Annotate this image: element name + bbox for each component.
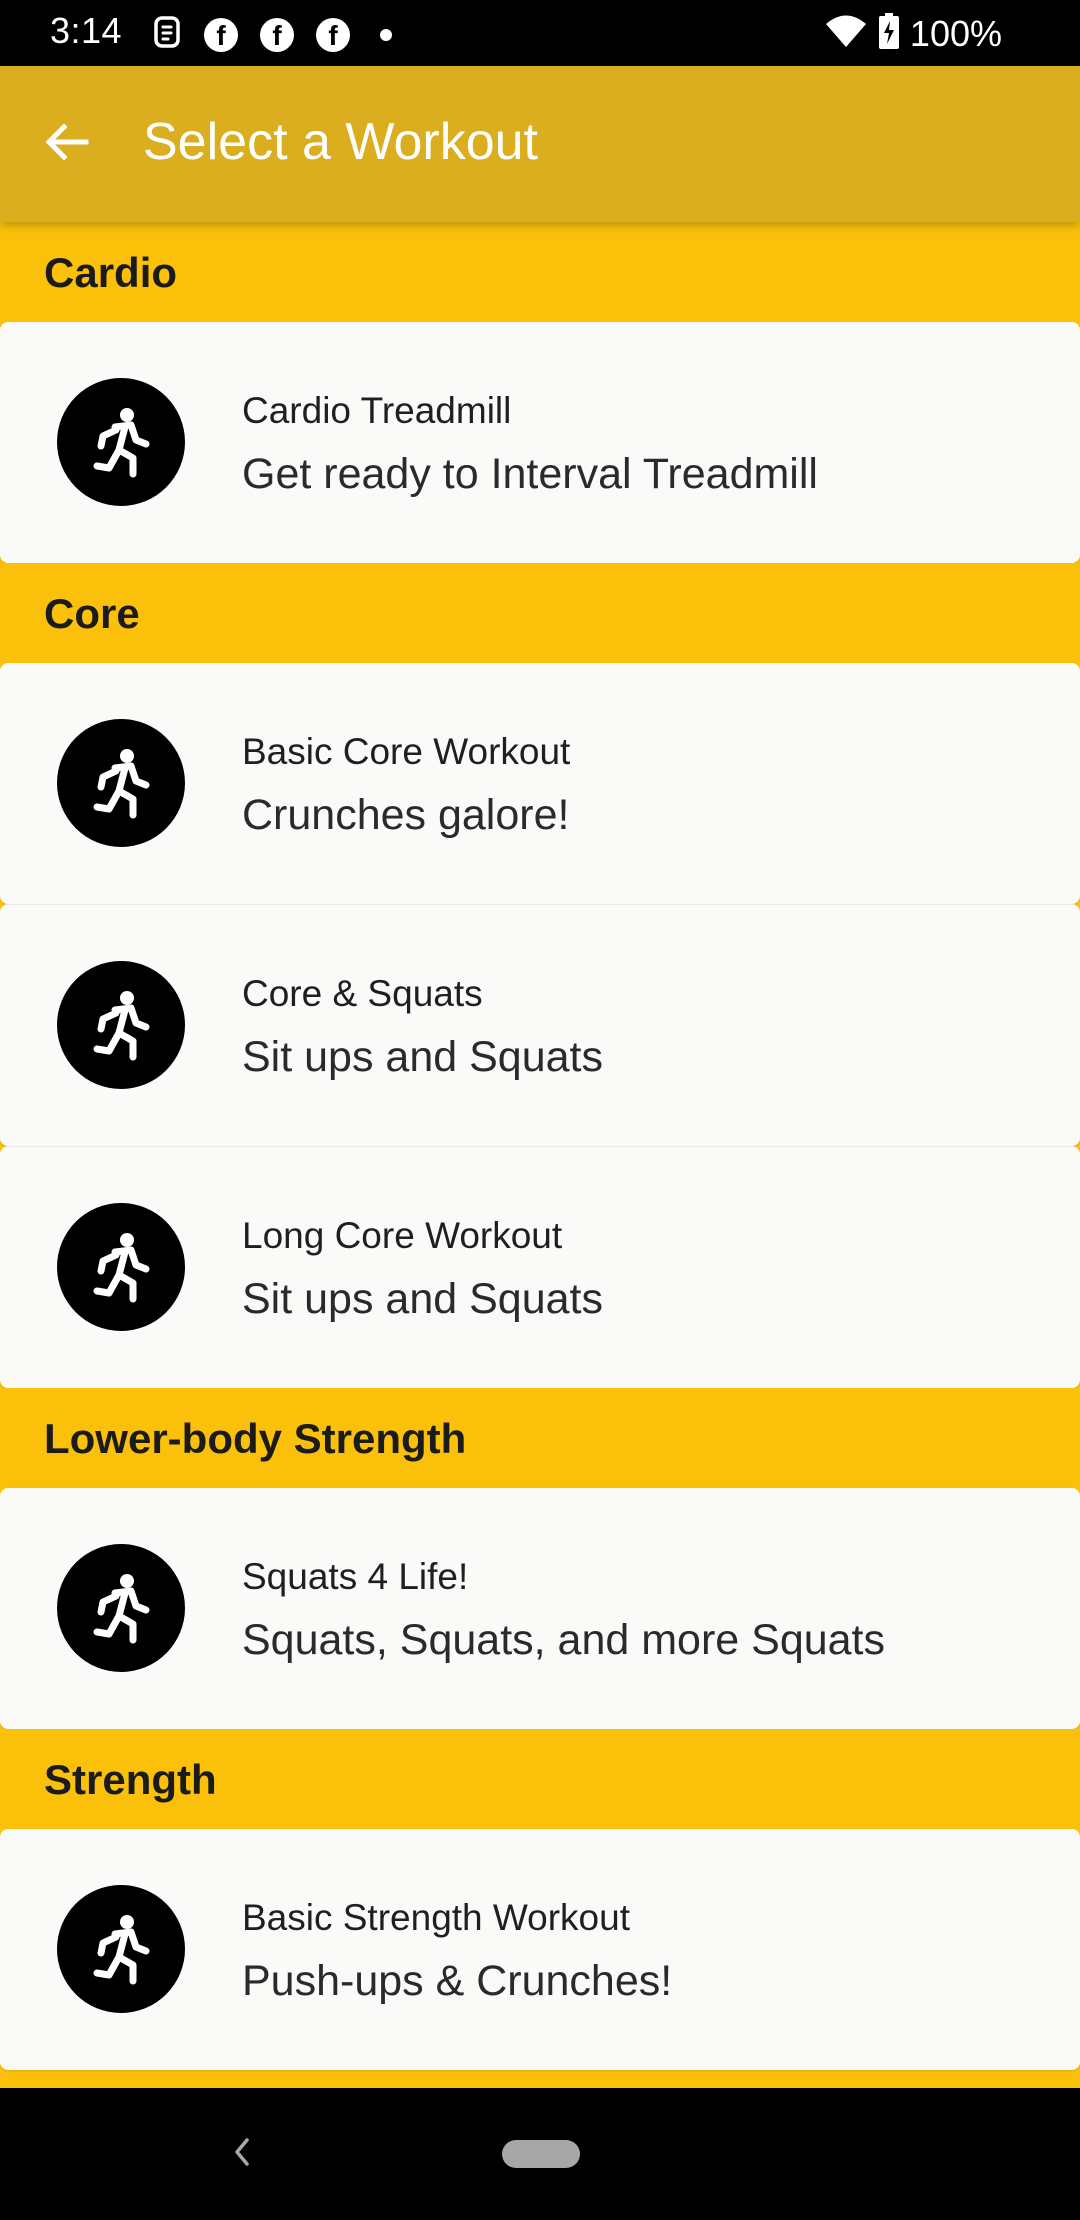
workout-item[interactable]: Long Core Workout Sit ups and Squats — [0, 1146, 1080, 1388]
workout-list: Cardio Cardio Treadmill Get ready to Int… — [0, 222, 1080, 2070]
dot-icon — [380, 28, 392, 41]
app-bar: Select a Workout — [0, 66, 1080, 222]
workout-title: Basic Strength Workout — [242, 1897, 630, 1938]
arrow-back-icon — [42, 118, 90, 171]
system-nav-bar — [0, 2088, 1080, 2220]
workout-item[interactable]: Basic Core Workout Crunches galore! — [0, 663, 1080, 904]
workout-title: Core & Squats — [242, 973, 483, 1014]
facebook-icon: f — [316, 17, 350, 52]
workout-item[interactable]: Cardio Treadmill Get ready to Interval T… — [0, 322, 1080, 563]
section-header-strength: Strength — [0, 1729, 1080, 1829]
workout-subtitle: Crunches galore! — [242, 791, 570, 839]
running-person-icon — [57, 1203, 185, 1331]
running-person-icon — [57, 1544, 185, 1672]
running-person-icon — [57, 719, 185, 847]
page-title: Select a Workout — [143, 113, 539, 171]
status-time: 3:14 — [50, 10, 123, 51]
workout-item[interactable]: Squats 4 Life! Squats, Squats, and more … — [0, 1488, 1080, 1729]
workout-subtitle: Squats, Squats, and more Squats — [242, 1616, 886, 1664]
workout-title: Long Core Workout — [242, 1215, 563, 1256]
workout-subtitle: Sit ups and Squats — [242, 1275, 603, 1323]
wifi-icon — [824, 13, 868, 54]
running-person-icon — [57, 378, 185, 506]
nav-back-icon — [230, 2136, 254, 2173]
workout-title: Basic Core Workout — [242, 731, 571, 772]
workout-title: Cardio Treadmill — [242, 390, 512, 431]
workout-item[interactable]: Core & Squats Sit ups and Squats — [0, 904, 1080, 1146]
battery-charging-icon — [878, 12, 900, 55]
section-title: Cardio — [44, 249, 178, 296]
facebook-icon: f — [204, 17, 238, 52]
section-header-cardio: Cardio — [0, 222, 1080, 322]
nav-back-button[interactable] — [222, 2134, 262, 2174]
workout-title: Squats 4 Life! — [242, 1556, 469, 1597]
workout-subtitle: Get ready to Interval Treadmill — [242, 450, 818, 498]
home-pill-icon[interactable] — [502, 2140, 580, 2168]
section-header-lower-body-strength: Lower-body Strength — [0, 1388, 1080, 1488]
workout-item[interactable]: Basic Strength Workout Push-ups & Crunch… — [0, 1829, 1080, 2070]
workout-subtitle: Push-ups & Crunches! — [242, 1957, 673, 2005]
notification-icons: f f f — [152, 15, 392, 54]
running-person-icon — [57, 1885, 185, 2013]
system-status: 100% — [824, 12, 1002, 55]
status-bar: 3:14 f f f 100% — [0, 0, 1080, 66]
workout-subtitle: Sit ups and Squats — [242, 1033, 603, 1081]
alarm-icon — [152, 15, 182, 54]
back-button[interactable] — [28, 106, 104, 182]
section-header-core: Core — [0, 563, 1080, 663]
facebook-icon: f — [260, 17, 294, 52]
section-title: Lower-body Strength — [44, 1415, 467, 1462]
running-person-icon — [57, 961, 185, 1089]
section-title: Strength — [44, 1756, 217, 1803]
battery-level: 100% — [909, 12, 1002, 54]
section-title: Core — [44, 590, 140, 637]
